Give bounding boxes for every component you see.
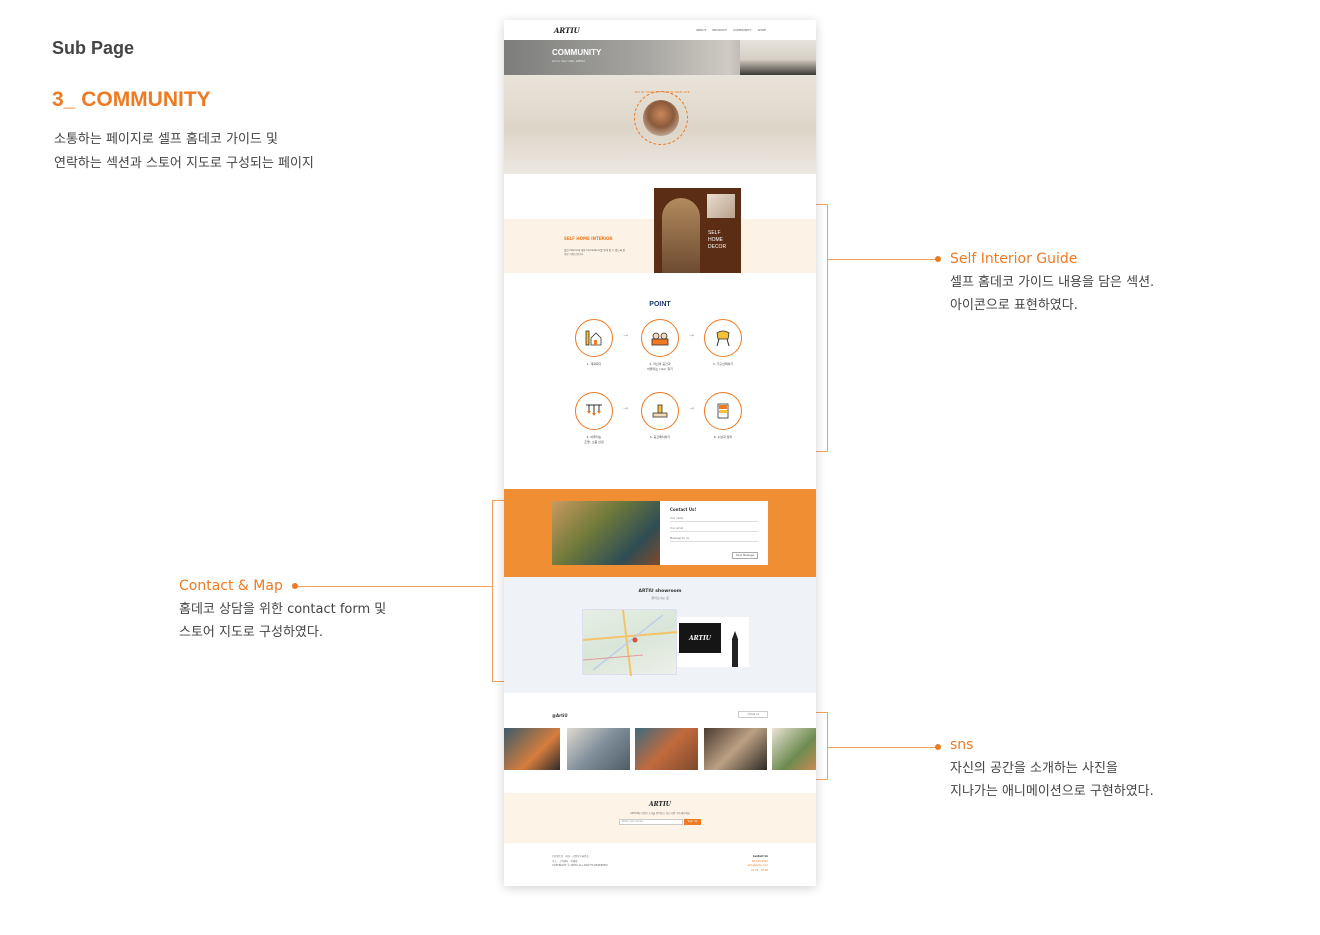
contact-map-annotation: Contact & Map 홈데코 상담을 위한 contact form 및 …: [179, 575, 386, 644]
arrow-icon: →: [689, 405, 695, 412]
mock-map-section: ARTIU showroom 찾아오시는 길 ARTIU: [504, 577, 816, 693]
sns-photo[interactable]: [504, 728, 560, 770]
annotation-line: 아이콘으로 표현하였다.: [950, 298, 1078, 313]
card-line: HOME: [708, 237, 723, 243]
step-label: 6. 수납과 정리: [713, 435, 733, 439]
mock-sns-section: @ArtiU Follow us: [504, 693, 816, 793]
send-message-button[interactable]: Send Message: [731, 552, 758, 559]
footer-contact: Contact Us 02-123-4567 artiu@artiu.com 1…: [747, 855, 768, 872]
self-title: SELF HOME INTERIOR: [564, 236, 613, 241]
annotation-line: 셀프 홈데코 가이드 내용을 담은 섹션.: [950, 275, 1155, 290]
annotation-title: Self Interior Guide: [950, 251, 1078, 267]
mock-point-section: POINT → → 1. 계획짜기 2. 자신의 공간과 어울리는 color 찾…: [504, 292, 816, 489]
badge-room-photo: [643, 100, 679, 136]
rotating-badge: ART IN YOUR LIFE · ART IN YOUR LIFE: [634, 90, 690, 145]
contact-title: Contact Us!: [670, 507, 697, 512]
desc-line-2: 연락하는 섹션과 스토어 지도로 구성되는 페이지: [54, 156, 314, 171]
chair-icon: [704, 319, 742, 357]
nav-item-about[interactable]: ABOUT: [696, 28, 706, 32]
showroom-sign-photo: ARTIU: [677, 617, 749, 667]
arrangement-icon: [641, 392, 679, 430]
step-label: 2. 자신의 공간과 어울리는 color 찾기: [647, 362, 673, 371]
sns-dot: [935, 744, 941, 750]
annotation-line: 지나가는 애니메이션으로 구현하였다.: [950, 784, 1154, 799]
arrow-icon: →: [623, 405, 629, 412]
annotation-title: Contact & Map: [179, 578, 283, 594]
self-interior-dot: [935, 256, 941, 262]
page-title: 3_ COMMUNITY: [52, 88, 211, 111]
sns-photo[interactable]: [567, 728, 630, 770]
arch-photo: [662, 198, 700, 273]
sns-photo[interactable]: [772, 728, 816, 770]
color-palette-icon: [641, 319, 679, 357]
newsletter-logo: ARTIU: [648, 801, 672, 808]
mock-navbar: ARTIU ABOUT PRODUCT COMMUNITY SHOP: [504, 20, 816, 40]
storage-icon: [704, 392, 742, 430]
message-field[interactable]: Message for us: [670, 537, 758, 542]
newsletter-signup-button[interactable]: Sign Up: [684, 819, 701, 825]
point-title: POINT: [649, 301, 671, 308]
sns-annotation: sns 자신의 공간을 소개하는 사진을 지나가는 애니메이션으로 구현하였다.: [950, 734, 1154, 803]
page-description: 소통하는 페이지로 셀프 홈데코 가이드 및 연락하는 섹션과 스토어 지도로 …: [54, 128, 314, 176]
mock-contact-section: Contact Us! Your name Your email Message…: [504, 489, 816, 577]
self-interior-bracket: [816, 204, 828, 452]
badge-text: ART IN YOUR LIFE · ART IN YOUR LIFE: [634, 90, 690, 94]
community-page-mockup: ARTIU ABOUT PRODUCT COMMUNITY SHOP COMMU…: [504, 20, 816, 886]
newsletter-email-input[interactable]: Enter your email: [619, 819, 683, 825]
mock-menu: ABOUT PRODUCT COMMUNITY SHOP: [696, 28, 766, 32]
step-label: 4. 어울리는 조명, 소품 선정: [584, 435, 604, 444]
sns-photo[interactable]: [635, 728, 698, 770]
contact-form: Contact Us! Your name Your email Message…: [660, 501, 768, 565]
annotation-line: 자신의 공간을 소개하는 사진을: [950, 761, 1118, 776]
mock-footer: (주)아트유 · 대표 · 사업자등록번호 주소 · 고객센터 · 이메일 CO…: [504, 843, 816, 886]
desc-line-1: 소통하는 페이지로 셀프 홈데코 가이드 및: [54, 132, 278, 147]
annotation-line: 스토어 지도로 구성하였다.: [179, 625, 323, 640]
mock-hero-banner: COMMUNITY Art In Your Life, ARTIU: [504, 40, 816, 75]
nav-item-shop[interactable]: SHOP: [758, 28, 766, 32]
name-field[interactable]: Your name: [670, 517, 758, 522]
footer-info: (주)아트유 · 대표 · 사업자등록번호 주소 · 고객센터 · 이메일 CO…: [552, 855, 609, 867]
sub-page-label: Sub Page: [52, 38, 135, 58]
step-label: 1. 계획짜기: [586, 362, 602, 366]
follow-button[interactable]: Follow us: [738, 711, 768, 718]
map-title: ARTIU showroom: [638, 589, 682, 594]
contact-room-photo: [552, 501, 660, 565]
nav-item-product[interactable]: PRODUCT: [712, 28, 727, 32]
self-text: 셀프interior에 대한 homedecor를 쉽게 알 수 있도록 정리한…: [564, 249, 625, 256]
self-interior-connector: [828, 259, 938, 260]
self-home-decor-card: SELF HOME DECOR: [654, 188, 741, 273]
sns-handle[interactable]: @ArtiU: [552, 713, 568, 718]
step-label: 3. 가구선택하기: [712, 362, 734, 366]
arrow-icon: →: [689, 332, 695, 339]
mock-room-banner: ART IN YOUR LIFE · ART IN YOUR LIFE: [504, 75, 816, 174]
map-subtitle: 찾아오시는 길: [651, 596, 669, 600]
store-map[interactable]: [582, 609, 679, 677]
self-interior-annotation: Self Interior Guide 셀프 홈데코 가이드 내용을 담은 섹션…: [950, 248, 1154, 317]
sns-bracket: [816, 712, 828, 780]
mock-newsletter-section: ARTIU ARTIU의 다양한 소식을 받아보고 싶으시면 구독해주세요 En…: [504, 793, 816, 843]
annotation-line: 홈데코 상담을 위한 contact form 및: [179, 602, 387, 617]
lamp-icon: [575, 392, 613, 430]
card-line: SELF: [708, 230, 721, 236]
sns-photo[interactable]: [704, 728, 767, 770]
card-photo: [707, 194, 735, 218]
annotation-title: sns: [950, 737, 974, 753]
email-field[interactable]: Your email: [670, 527, 758, 532]
hero-window-photo: [740, 40, 816, 75]
card-text: SELF HOME DECOR: [708, 230, 726, 251]
contact-map-bracket: [492, 500, 504, 682]
arrow-icon: →: [623, 332, 629, 339]
card-line: DECOR: [708, 244, 727, 250]
plan-icon: [575, 319, 613, 357]
nav-item-community[interactable]: COMMUNITY: [733, 28, 752, 32]
mock-self-interior-section: SELF HOME INTERIOR 셀프interior에 대한 homede…: [504, 174, 816, 292]
sns-connector: [828, 747, 938, 748]
newsletter-text: ARTIU의 다양한 소식을 받아보고 싶으시면 구독해주세요: [630, 812, 690, 815]
mock-logo[interactable]: ARTIU: [554, 26, 580, 35]
step-label: 5. 공간배치하기: [649, 435, 671, 439]
